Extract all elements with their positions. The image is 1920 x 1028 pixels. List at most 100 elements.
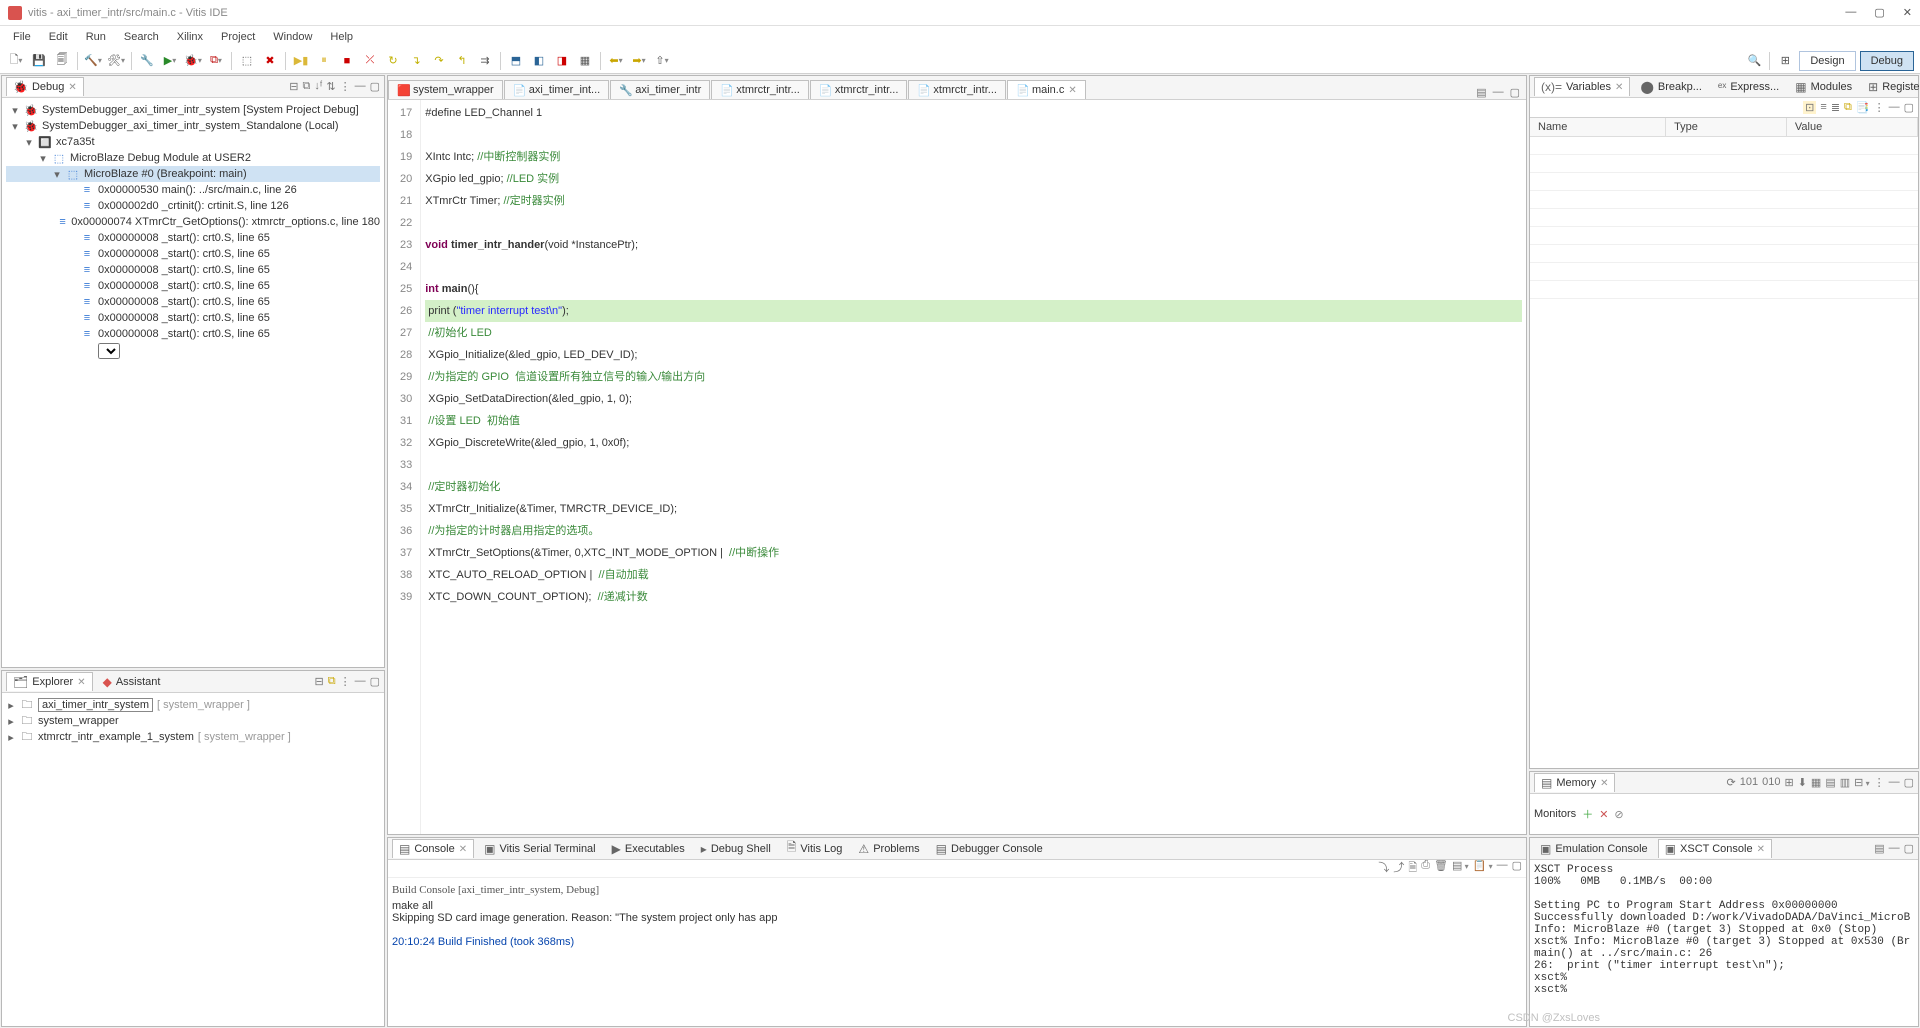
mem-ic7[interactable]: ▤	[1825, 776, 1835, 789]
ed-max-icon[interactable]: ▢	[1510, 86, 1520, 99]
nav-fwd-icon[interactable]: ➡	[629, 51, 649, 71]
mem-ic5[interactable]: ⬇	[1798, 776, 1807, 789]
restart-icon[interactable]: ↻	[383, 51, 403, 71]
debugv-ic1[interactable]: ⊟	[289, 80, 298, 93]
v-ic3[interactable]: ≣	[1831, 101, 1840, 114]
debug-stack-item[interactable]	[6, 342, 380, 360]
view-menu-icon[interactable]: ⋮	[340, 80, 351, 93]
mem-ic2[interactable]: 101	[1740, 776, 1758, 789]
con-ic6[interactable]: ▤	[1452, 860, 1469, 878]
debugv-ic4[interactable]: ⇅	[326, 80, 335, 93]
resume-icon[interactable]: ▶▮	[291, 51, 311, 71]
tab-debug[interactable]: 🐞 Debug ✕	[6, 77, 84, 96]
tab-memory[interactable]: ▤ Memory ✕	[1534, 773, 1615, 792]
editor-tab[interactable]: 📄xtmrctr_intr...	[711, 80, 809, 99]
max2-icon[interactable]: ▢	[370, 675, 380, 688]
explorer-item[interactable]: ▸🗀axi_timer_intr_system [ system_wrapper…	[6, 697, 380, 713]
run-dropdown-icon[interactable]: ▶	[160, 51, 180, 71]
view-menu2-icon[interactable]: ⋮	[340, 675, 351, 688]
editor-tab[interactable]: 🔧axi_timer_intr	[610, 80, 710, 99]
editor-tab[interactable]: 🟥system_wrapper	[388, 80, 503, 99]
tool1-icon[interactable]: 🔧	[137, 51, 157, 71]
menu-run[interactable]: Run	[79, 29, 113, 45]
nav-back-icon[interactable]: ⬅	[606, 51, 626, 71]
col-type[interactable]: Type	[1666, 118, 1787, 137]
xsct-ic1[interactable]: ▤	[1874, 842, 1884, 855]
debug-stack-item[interactable]: ▾⬚MicroBlaze #0 (Breakpoint: main)	[6, 166, 380, 182]
con-ic7[interactable]: 📋	[1473, 860, 1493, 878]
collapse-icon[interactable]: ⧉	[328, 675, 336, 688]
menu-file[interactable]: File	[6, 29, 38, 45]
debug-stack-item[interactable]: ≡0x00000008 _start(): crt0.S, line 65	[6, 294, 380, 310]
tab-vitis-serial-terminal[interactable]: ▣Vitis Serial Terminal	[478, 840, 602, 858]
debug-stack-item[interactable]: ≡0x00000008 _start(): crt0.S, line 65	[6, 326, 380, 342]
v-ic6[interactable]: ⋮	[1874, 101, 1885, 114]
tab-vitis-log[interactable]: 🗎Vitis Log	[781, 836, 849, 861]
tab-emulation-console[interactable]: ▣Emulation Console	[1534, 840, 1654, 858]
debug-stack-item[interactable]: ≡0x000002d0 _crtinit(): crtinit.S, line …	[6, 198, 380, 214]
debug-dropdown-icon[interactable]: 🐞	[183, 51, 203, 71]
mem-ic8[interactable]: ▥	[1840, 776, 1850, 789]
step-mode-icon[interactable]: ⇉	[475, 51, 495, 71]
link-editor-icon[interactable]: ⊟	[315, 675, 324, 688]
v-max[interactable]: ▢	[1904, 101, 1914, 114]
tab-variables[interactable]: (x)=Variables✕	[1534, 77, 1630, 96]
menu-search[interactable]: Search	[117, 29, 166, 45]
x1-icon[interactable]: ✖	[260, 51, 280, 71]
close-tab-icon[interactable]: ✕	[77, 677, 85, 688]
nav-up-icon[interactable]: ⇧	[652, 51, 672, 71]
search-icon[interactable]: 🔍	[1744, 51, 1764, 71]
min2-icon[interactable]: —	[355, 675, 366, 688]
step-into-icon[interactable]: ↴	[406, 51, 426, 71]
editor-tab[interactable]: 📄axi_timer_int...	[504, 80, 610, 99]
menu-xilinx[interactable]: Xilinx	[170, 29, 210, 45]
con-ic5[interactable]: 🗑	[1434, 860, 1448, 878]
xsct-min[interactable]: —	[1889, 842, 1900, 855]
debug-stack-item[interactable]: ≡0x00000008 _start(): crt0.S, line 65	[6, 230, 380, 246]
perspective-debug[interactable]: Debug	[1860, 51, 1914, 71]
tab-xsct-console[interactable]: ▣XSCT Console✕	[1658, 839, 1772, 858]
tab-debugger-console[interactable]: ▤Debugger Console	[930, 840, 1049, 858]
mem-min[interactable]: —	[1889, 776, 1900, 789]
editor-tab[interactable]: 📄xtmrctr_intr...	[908, 80, 1006, 99]
mem-menu[interactable]: ⋮	[1874, 776, 1885, 789]
v-min[interactable]: —	[1889, 101, 1900, 114]
tsel-icon[interactable]: ⬚	[237, 51, 257, 71]
v-ic1[interactable]: ⊡	[1803, 101, 1816, 114]
menu-project[interactable]: Project	[214, 29, 262, 45]
new-dropdown-icon[interactable]: 🗋	[6, 51, 26, 71]
tab-problems[interactable]: ⚠Problems	[852, 840, 925, 858]
mem-ic1[interactable]: ⟳	[1727, 776, 1736, 789]
minimize-icon[interactable]: —	[1845, 6, 1856, 19]
build-config-icon[interactable]: 🛠	[106, 51, 126, 71]
save-icon[interactable]: 💾	[29, 51, 49, 71]
mem-max[interactable]: ▢	[1904, 776, 1914, 789]
ext-tools-icon[interactable]: ⧉	[206, 51, 226, 71]
mem-ic4[interactable]: ⊞	[1784, 776, 1793, 789]
tab-express[interactable]: ᵉˣExpress...	[1712, 78, 1785, 96]
con-ic3[interactable]: 🗎	[1408, 860, 1417, 878]
variables-table[interactable]: NameTypeValue	[1530, 118, 1918, 299]
tab-executables[interactable]: ▶Executables	[606, 840, 691, 858]
explorer-item[interactable]: ▸🗀xtmrctr_intr_example_1_system [ system…	[6, 729, 380, 745]
remove-monitor-icon[interactable]: ✕	[1599, 808, 1608, 821]
remove-all-icon[interactable]: ⊘	[1614, 808, 1623, 821]
tab-debug-shell[interactable]: ▸Debug Shell	[695, 840, 777, 858]
build-icon[interactable]: 🔨	[83, 51, 103, 71]
editor-tab[interactable]: 📄xtmrctr_intr...	[810, 80, 908, 99]
tab-assistant[interactable]: ◆ Assistant	[97, 673, 167, 691]
tab-console[interactable]: ▤Console✕	[392, 839, 474, 858]
menu-edit[interactable]: Edit	[42, 29, 75, 45]
debug-stack-item[interactable]: ≡0x00000530 main(): ../src/main.c, line …	[6, 182, 380, 198]
tab-explorer[interactable]: 🗂 Explorer ✕	[6, 672, 93, 691]
terminate-icon[interactable]: ■	[337, 51, 357, 71]
debug-tree[interactable]: ▾🐞SystemDebugger_axi_timer_intr_system […	[6, 102, 380, 360]
debugv-ic2[interactable]: ⧉	[302, 80, 310, 93]
con-ic2[interactable]: ⤴	[1393, 860, 1404, 878]
step-return-icon[interactable]: ↰	[452, 51, 472, 71]
col-name[interactable]: Name	[1530, 118, 1666, 137]
debug-stack-item[interactable]: ▾🐞SystemDebugger_axi_timer_intr_system_S…	[6, 118, 380, 134]
debug-stack-item[interactable]: ≡0x00000074 XTmrCtr_GetOptions(): xtmrct…	[6, 214, 380, 230]
debug-stack-item[interactable]: ▾🐞SystemDebugger_axi_timer_intr_system […	[6, 102, 380, 118]
close-ic[interactable]: ✕	[1600, 778, 1608, 789]
